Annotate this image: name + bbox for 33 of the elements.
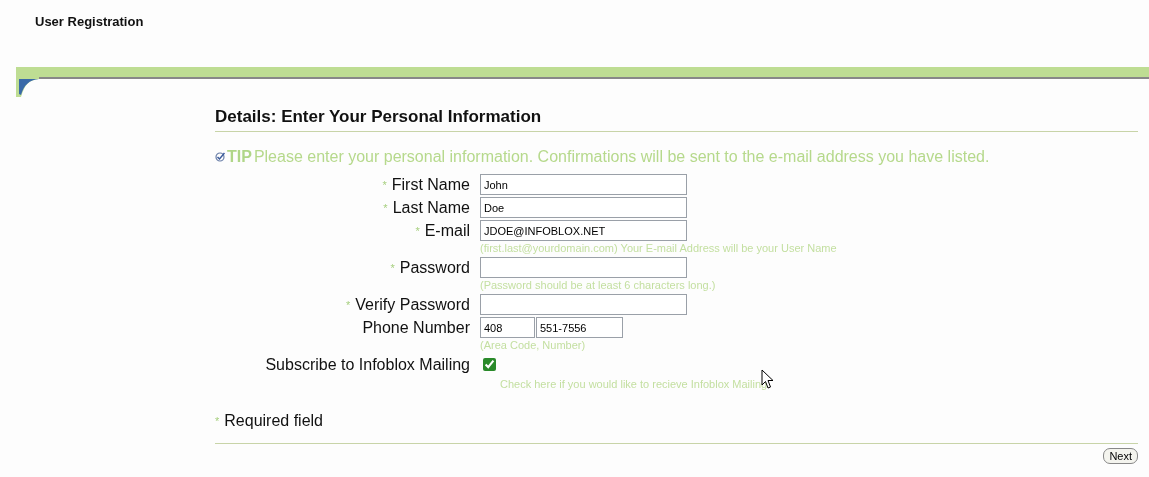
field-label: E-mail bbox=[424, 222, 470, 240]
field-label: First Name bbox=[391, 176, 470, 194]
input-field[interactable] bbox=[480, 294, 687, 316]
check-icon bbox=[215, 152, 225, 163]
field-label: Last Name bbox=[392, 199, 470, 217]
input-field[interactable]: John bbox=[480, 174, 687, 196]
hint-text: (first.last@yourdomain.com) Your E-mail Address will be your User Name bbox=[480, 241, 837, 256]
next-button[interactable]: Next bbox=[1103, 448, 1138, 465]
required-mark: * bbox=[346, 299, 351, 312]
input-field[interactable]: Doe bbox=[480, 197, 687, 219]
required-mark: * bbox=[383, 202, 388, 215]
field-label: Verify Password bbox=[355, 296, 470, 314]
area-code-field[interactable]: 408 bbox=[480, 317, 535, 339]
hint-text: (Area Code, Number) bbox=[480, 338, 586, 353]
tip-label: TIP bbox=[227, 147, 252, 168]
required-mark: * bbox=[415, 225, 420, 238]
hint-text: Check here if you would like to recieve Infoblox Mailing bbox=[500, 377, 768, 392]
checkbox[interactable] bbox=[483, 358, 496, 372]
field-label: Phone Number bbox=[362, 319, 470, 337]
input-field[interactable] bbox=[480, 257, 687, 279]
page-title: User Registration bbox=[34, 13, 145, 30]
header-band-corner bbox=[16, 67, 39, 97]
hint-text: (Password should be at least 6 characters long.) bbox=[480, 278, 716, 293]
legend-text: Required field bbox=[224, 412, 323, 430]
field-label: Subscribe to Infoblox Mailing bbox=[265, 356, 470, 374]
tip-text: Please enter your personal information. Confirmations will be sent to the e-mail address you have listed. bbox=[253, 147, 990, 168]
section-title: Details: Enter Your Personal Information bbox=[215, 107, 1138, 133]
input-field[interactable]: JDOE@INFOBLOX.NET bbox=[480, 220, 687, 242]
required-mark: * bbox=[390, 262, 395, 275]
phone-number-field[interactable]: 551-7556 bbox=[536, 317, 623, 339]
required-mark: * bbox=[215, 415, 220, 428]
required-mark: * bbox=[382, 179, 387, 192]
field-label: Password bbox=[399, 259, 470, 277]
